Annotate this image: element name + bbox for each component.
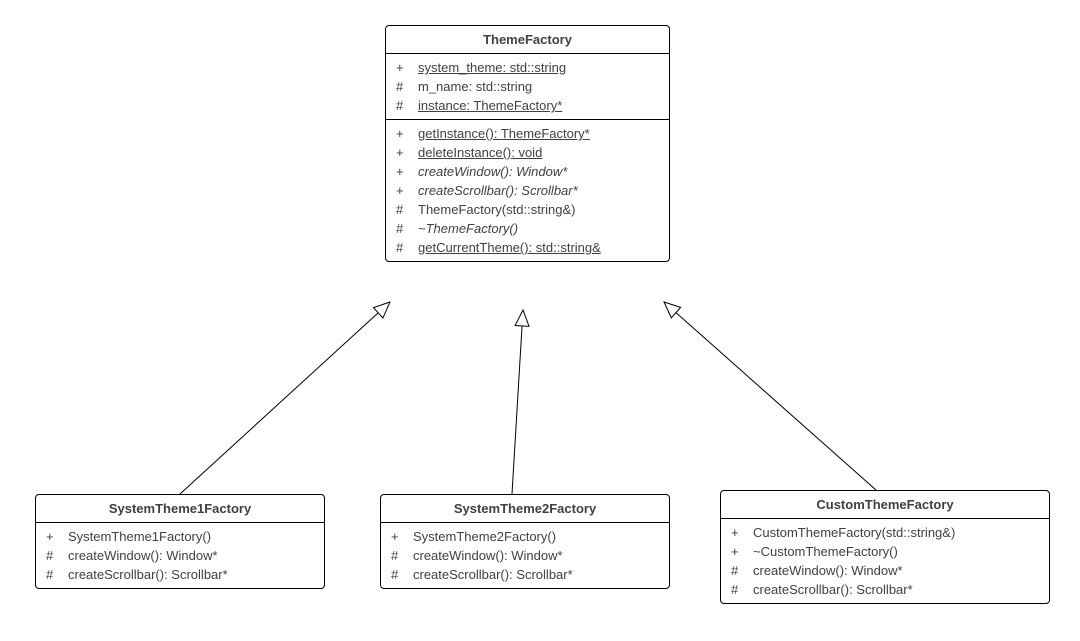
signature: getCurrentTheme(): std::string& xyxy=(418,238,661,257)
signature: getInstance(): ThemeFactory* xyxy=(418,124,661,143)
uml-diagram: ThemeFactory + system_theme: std::string… xyxy=(0,0,1080,641)
visibility: # xyxy=(729,561,753,580)
operations-compartment: + SystemTheme2Factory() # createWindow()… xyxy=(381,523,669,588)
signature: ~ThemeFactory() xyxy=(418,219,661,238)
signature: ThemeFactory(std::string&) xyxy=(418,200,661,219)
signature: createScrollbar(): Scrollbar* xyxy=(413,565,661,584)
signature: SystemTheme2Factory() xyxy=(413,527,661,546)
op: # ThemeFactory(std::string&) xyxy=(394,200,661,219)
op: + getInstance(): ThemeFactory* xyxy=(394,124,661,143)
visibility: # xyxy=(394,200,418,219)
visibility: # xyxy=(389,546,413,565)
op: # createScrollbar(): Scrollbar* xyxy=(729,580,1041,599)
edge-systemtheme2-to-themefactory xyxy=(512,310,523,494)
operations-compartment: + getInstance(): ThemeFactory* + deleteI… xyxy=(386,119,669,261)
signature: createWindow(): Window* xyxy=(753,561,1041,580)
op: + createWindow(): Window* xyxy=(394,162,661,181)
visibility: # xyxy=(44,546,68,565)
visibility: + xyxy=(394,181,418,200)
class-customthemefactory: CustomThemeFactory + CustomThemeFactory(… xyxy=(720,490,1050,604)
visibility: + xyxy=(389,527,413,546)
visibility: # xyxy=(394,77,418,96)
visibility: + xyxy=(44,527,68,546)
signature: createScrollbar(): Scrollbar* xyxy=(753,580,1041,599)
signature: m_name: std::string xyxy=(418,77,661,96)
op: # createWindow(): Window* xyxy=(729,561,1041,580)
signature: createScrollbar(): Scrollbar* xyxy=(418,181,661,200)
visibility: # xyxy=(729,580,753,599)
attributes-compartment: + system_theme: std::string # m_name: st… xyxy=(386,54,669,119)
op: + SystemTheme1Factory() xyxy=(44,527,316,546)
class-name: SystemTheme2Factory xyxy=(381,495,669,523)
class-name: SystemTheme1Factory xyxy=(36,495,324,523)
op: + ~CustomThemeFactory() xyxy=(729,542,1041,561)
op: # createScrollbar(): Scrollbar* xyxy=(389,565,661,584)
visibility: + xyxy=(394,58,418,77)
signature: createWindow(): Window* xyxy=(413,546,661,565)
visibility: # xyxy=(394,96,418,115)
visibility: + xyxy=(394,162,418,181)
signature: CustomThemeFactory(std::string&) xyxy=(753,523,1041,542)
op: # createWindow(): Window* xyxy=(389,546,661,565)
op: # createWindow(): Window* xyxy=(44,546,316,565)
op: + SystemTheme2Factory() xyxy=(389,527,661,546)
signature: deleteInstance(): void xyxy=(418,143,661,162)
edge-systemtheme1-to-themefactory xyxy=(180,302,390,494)
op: + deleteInstance(): void xyxy=(394,143,661,162)
visibility: + xyxy=(729,542,753,561)
op: + createScrollbar(): Scrollbar* xyxy=(394,181,661,200)
class-systemtheme1factory: SystemTheme1Factory + SystemTheme1Factor… xyxy=(35,494,325,589)
op: # getCurrentTheme(): std::string& xyxy=(394,238,661,257)
class-name: CustomThemeFactory xyxy=(721,491,1049,519)
visibility: # xyxy=(394,219,418,238)
class-name: ThemeFactory xyxy=(386,26,669,54)
signature: createWindow(): Window* xyxy=(418,162,661,181)
visibility: + xyxy=(729,523,753,542)
class-themefactory: ThemeFactory + system_theme: std::string… xyxy=(385,25,670,262)
signature: instance: ThemeFactory* xyxy=(418,96,661,115)
op: + CustomThemeFactory(std::string&) xyxy=(729,523,1041,542)
signature: SystemTheme1Factory() xyxy=(68,527,316,546)
op: # ~ThemeFactory() xyxy=(394,219,661,238)
edge-customtheme-to-themefactory xyxy=(664,302,876,490)
visibility: # xyxy=(389,565,413,584)
attr: # instance: ThemeFactory* xyxy=(394,96,661,115)
visibility: # xyxy=(394,238,418,257)
op: # createScrollbar(): Scrollbar* xyxy=(44,565,316,584)
signature: ~CustomThemeFactory() xyxy=(753,542,1041,561)
visibility: + xyxy=(394,124,418,143)
visibility: # xyxy=(44,565,68,584)
attr: # m_name: std::string xyxy=(394,77,661,96)
class-systemtheme2factory: SystemTheme2Factory + SystemTheme2Factor… xyxy=(380,494,670,589)
signature: system_theme: std::string xyxy=(418,58,661,77)
attr: + system_theme: std::string xyxy=(394,58,661,77)
operations-compartment: + SystemTheme1Factory() # createWindow()… xyxy=(36,523,324,588)
visibility: + xyxy=(394,143,418,162)
signature: createScrollbar(): Scrollbar* xyxy=(68,565,316,584)
operations-compartment: + CustomThemeFactory(std::string&) + ~Cu… xyxy=(721,519,1049,603)
signature: createWindow(): Window* xyxy=(68,546,316,565)
